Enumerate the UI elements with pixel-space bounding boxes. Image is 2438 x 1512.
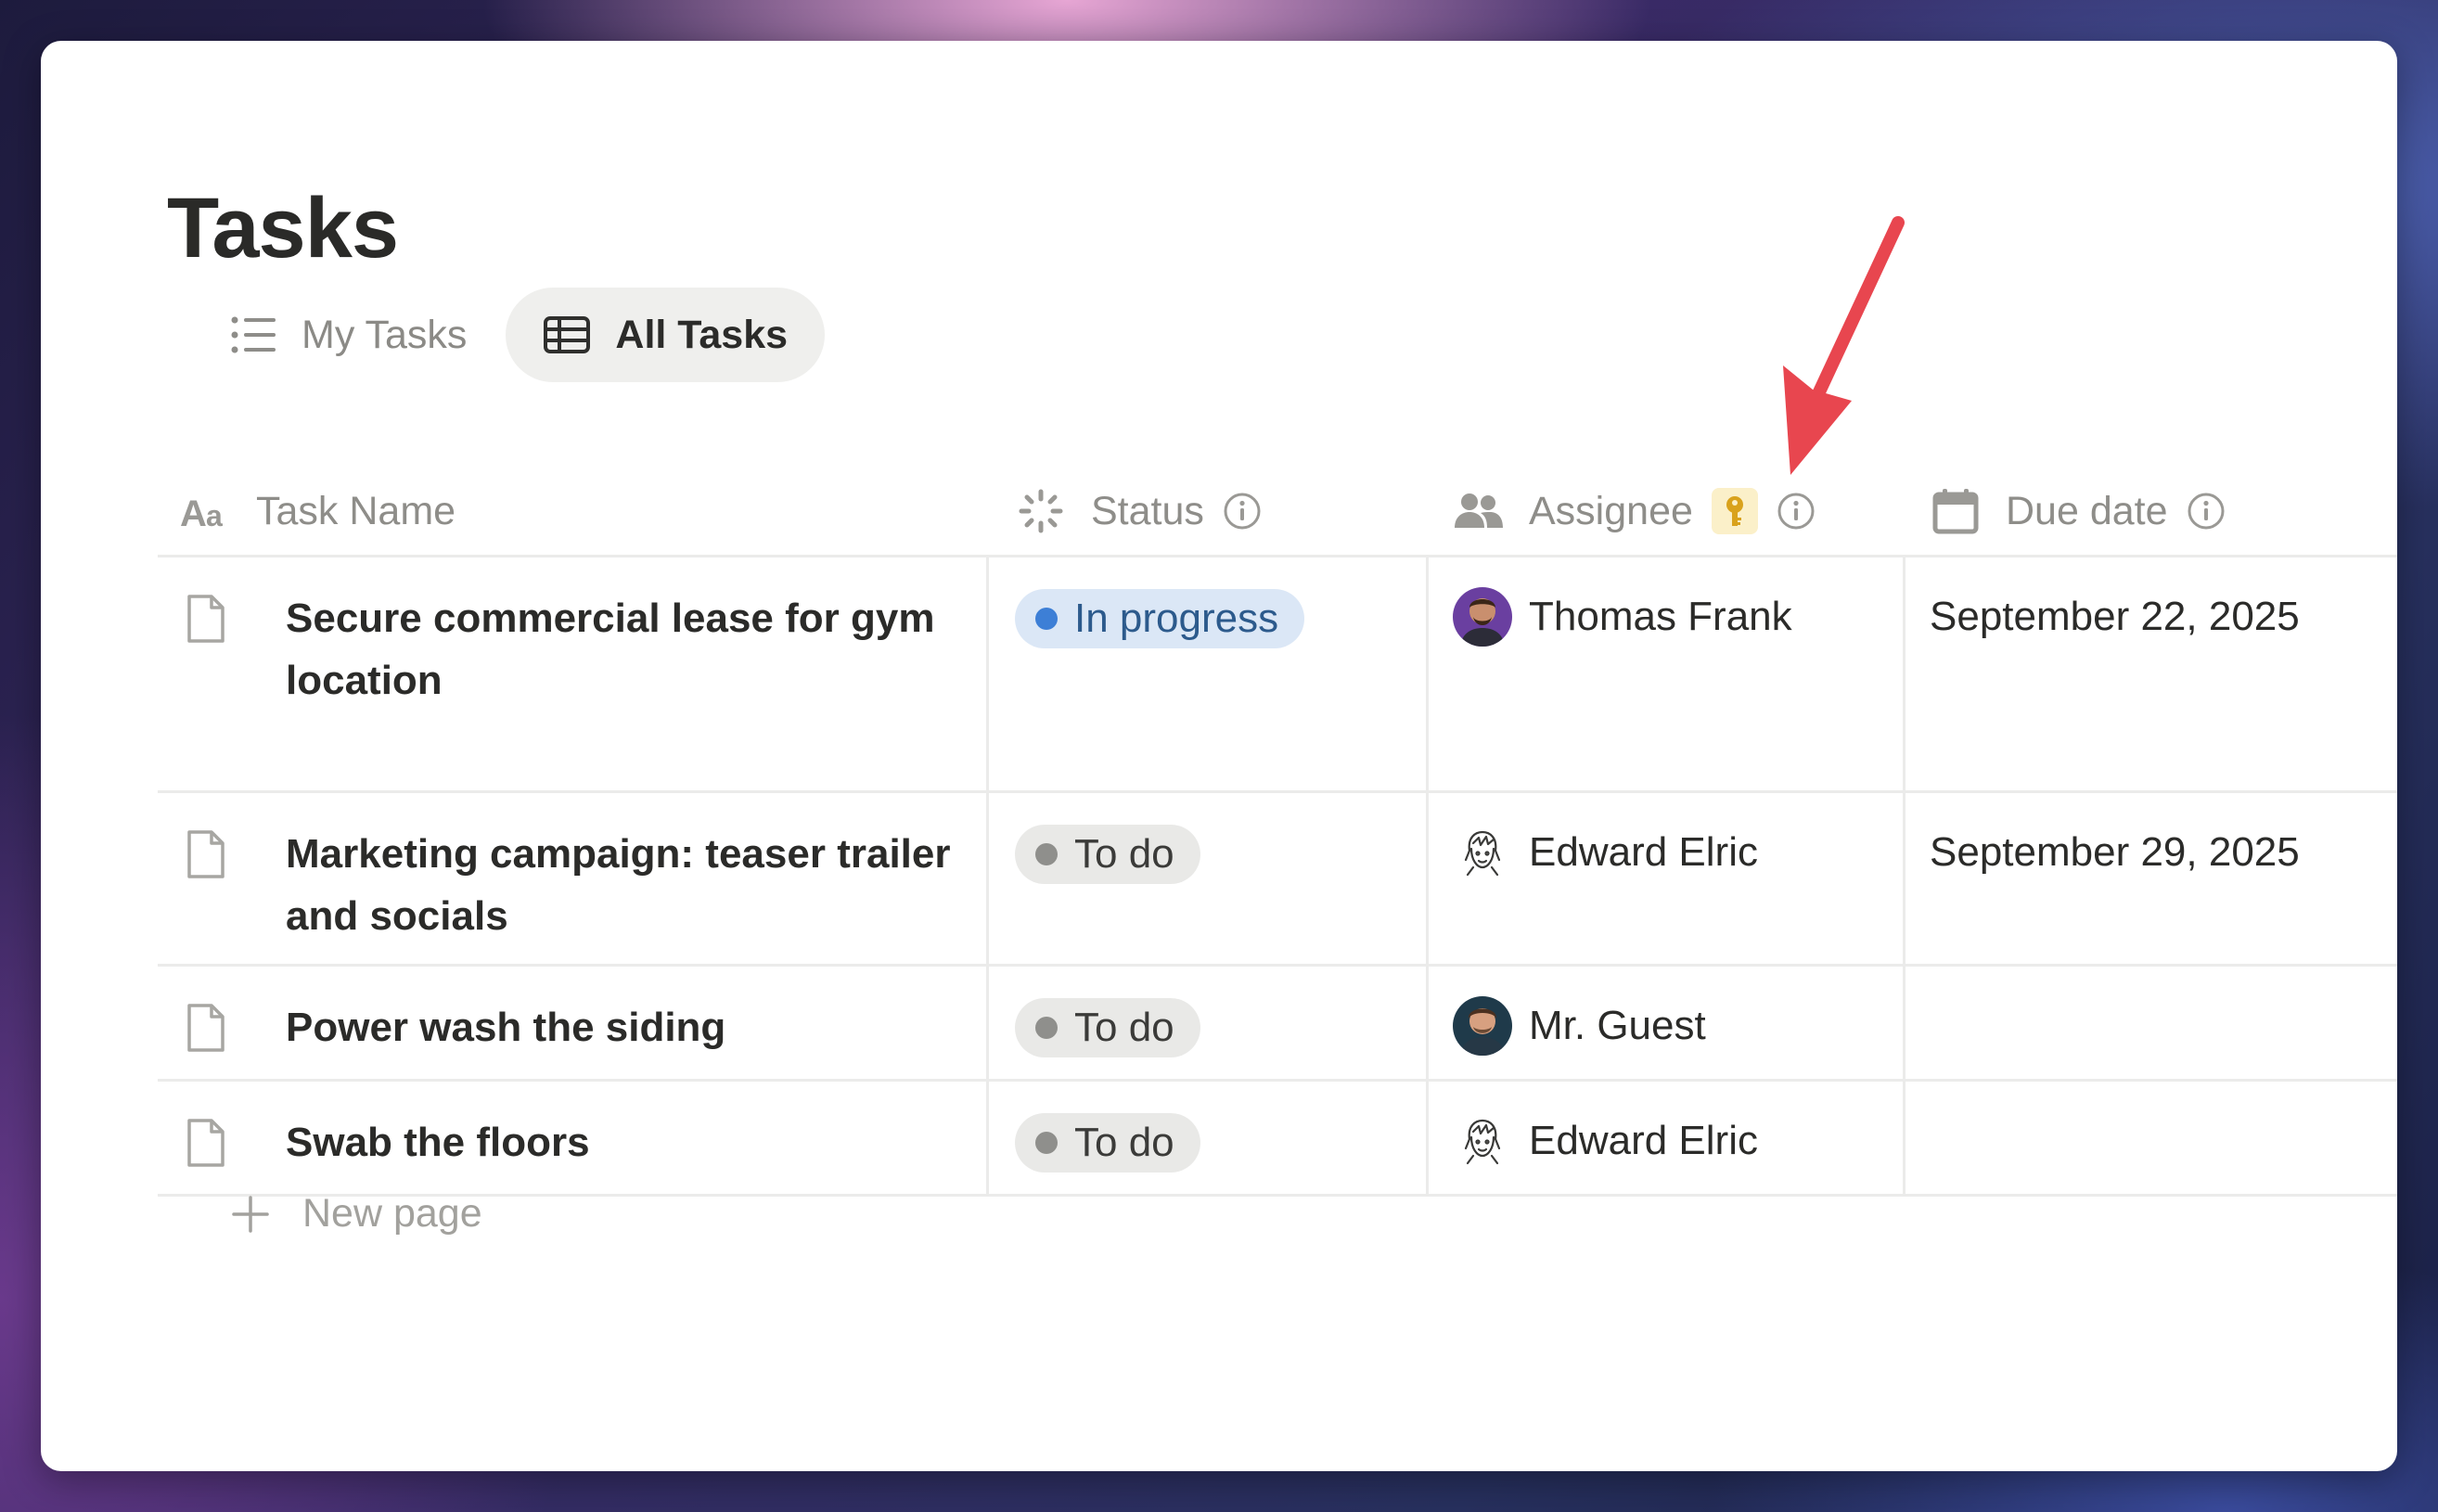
status-label: To do <box>1074 831 1174 877</box>
task-name-cell[interactable]: Marketing campaign: teaser trailer and s… <box>158 793 986 964</box>
assignee-cell[interactable]: Edward Elric <box>1426 793 1903 964</box>
task-name: Swab the floors <box>286 1120 590 1165</box>
status-badge: To do <box>1015 998 1200 1057</box>
annotation-arrow-icon <box>1783 216 1905 475</box>
status-cell[interactable]: To do <box>986 967 1426 1079</box>
status-dot <box>1035 1132 1058 1154</box>
table-row[interactable]: Secure commercial lease for gym location… <box>158 557 2397 793</box>
task-name: Power wash the siding <box>286 1005 726 1050</box>
page-icon <box>186 593 226 645</box>
column-header-task-name[interactable]: A a Task Name <box>158 468 986 555</box>
status-cell[interactable]: To do <box>986 1082 1426 1194</box>
tasks-table: A a Task Name Status Assignee Due date S… <box>158 468 2397 1197</box>
status-dot <box>1035 608 1058 630</box>
new-page-label: New page <box>302 1191 482 1236</box>
plus-icon <box>230 1194 271 1235</box>
due-date-cell[interactable]: September 29, 2025 <box>1903 793 2397 964</box>
due-date: September 29, 2025 <box>1930 829 2300 875</box>
new-page-button[interactable]: New page <box>230 1191 482 1237</box>
due-date-cell[interactable] <box>1903 1082 2397 1194</box>
due-date-cell[interactable] <box>1903 967 2397 1079</box>
key-icon[interactable] <box>1711 488 1758 534</box>
status-dot <box>1035 1017 1058 1039</box>
table-row[interactable]: Swab the floors To do Edward Elric <box>158 1082 2397 1197</box>
text-property-icon: A a <box>180 485 232 537</box>
assignee-cell[interactable]: Edward Elric <box>1426 1082 1903 1194</box>
avatar <box>1453 587 1512 647</box>
table-header: A a Task Name Status Assignee Due date <box>158 468 2397 557</box>
assignee-cell[interactable]: Thomas Frank <box>1426 557 1903 790</box>
column-header-status[interactable]: Status <box>986 468 1426 555</box>
view-tabs: My Tasks All Tasks <box>185 288 826 382</box>
calendar-property-icon <box>1930 485 1982 537</box>
assignee-name: Edward Elric <box>1529 829 1758 875</box>
page-icon <box>186 1002 226 1054</box>
task-name: Marketing campaign: teaser trailer and s… <box>286 831 951 939</box>
task-name-cell[interactable]: Power wash the siding <box>158 967 986 1079</box>
due-date-cell[interactable]: September 22, 2025 <box>1903 557 2397 790</box>
info-icon[interactable] <box>2187 492 2226 531</box>
avatar <box>1453 1111 1512 1171</box>
page-icon <box>186 1117 226 1169</box>
page-icon <box>186 828 226 880</box>
status-label: To do <box>1074 1120 1174 1165</box>
info-icon[interactable] <box>1777 492 1816 531</box>
status-label: In progress <box>1074 596 1279 641</box>
list-icon <box>229 311 277 359</box>
column-header-due-date[interactable]: Due date <box>1903 468 2397 555</box>
tab-my-tasks[interactable]: My Tasks <box>185 288 506 382</box>
column-label: Task Name <box>256 488 456 533</box>
status-label: To do <box>1074 1005 1174 1050</box>
table-row[interactable]: Power wash the siding To do Mr. Guest <box>158 967 2397 1082</box>
table-row[interactable]: Marketing campaign: teaser trailer and s… <box>158 793 2397 967</box>
task-name-cell[interactable]: Swab the floors <box>158 1082 986 1194</box>
status-badge: In progress <box>1015 589 1305 648</box>
status-badge: To do <box>1015 1113 1200 1172</box>
assignee-name: Thomas Frank <box>1529 594 1792 639</box>
tab-label: My Tasks <box>302 312 468 357</box>
page-title: Tasks <box>167 181 399 275</box>
people-property-icon <box>1453 485 1505 537</box>
table-icon <box>543 311 591 359</box>
status-cell[interactable]: In progress <box>986 557 1426 790</box>
status-dot <box>1035 843 1058 865</box>
assignee-name: Mr. Guest <box>1529 1003 1706 1048</box>
task-name-cell[interactable]: Secure commercial lease for gym location <box>158 557 986 790</box>
due-date: September 22, 2025 <box>1930 594 2300 639</box>
svg-text:A: A <box>180 493 207 534</box>
avatar <box>1453 823 1512 882</box>
avatar <box>1453 996 1512 1056</box>
tab-all-tasks[interactable]: All Tasks <box>506 288 826 382</box>
assignee-cell[interactable]: Mr. Guest <box>1426 967 1903 1079</box>
status-cell[interactable]: To do <box>986 793 1426 964</box>
column-label: Assignee <box>1529 488 1693 533</box>
info-icon[interactable] <box>1223 492 1262 531</box>
svg-text:a: a <box>206 499 223 532</box>
tab-label: All Tasks <box>615 312 789 357</box>
task-name: Secure commercial lease for gym location <box>286 596 935 703</box>
column-label: Due date <box>2006 488 2168 533</box>
status-badge: To do <box>1015 825 1200 884</box>
column-label: Status <box>1091 488 1204 533</box>
notion-window: Tasks My Tasks All Tasks A a Task Name S… <box>41 41 2397 1471</box>
status-property-icon <box>1015 485 1067 537</box>
assignee-name: Edward Elric <box>1529 1118 1758 1163</box>
